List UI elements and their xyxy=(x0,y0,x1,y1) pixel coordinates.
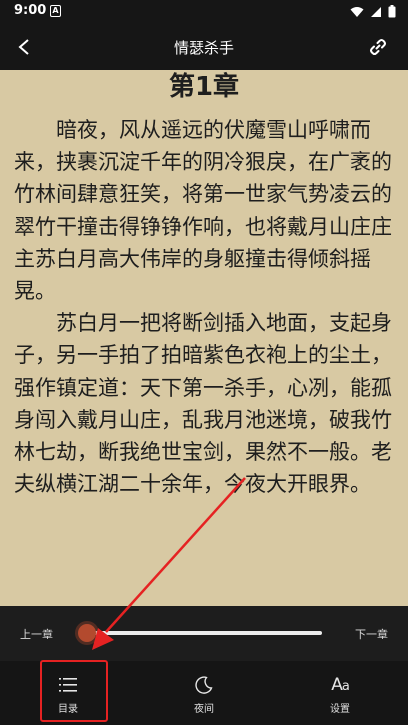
paragraph: 苏白月一把将断剑插入地面，支起身子，另一手拍了拍暗紫色衣袍上的尘土，强作镇定道：… xyxy=(14,311,392,497)
signal-icon xyxy=(371,6,381,17)
reading-text: 暗夜，风从遥远的伏魔雪山呼啸而来，挟裹沉淀千年的阴冷狠戾，在广袤的竹林间肆意狂笑… xyxy=(14,114,394,500)
back-arrow-icon xyxy=(18,39,29,55)
bottom-control-panel: 上一章 下一章 目录 夜间 Aa 设置 xyxy=(0,606,408,725)
bottom-nav: 目录 夜间 Aa 设置 xyxy=(0,661,408,725)
prev-chapter-button[interactable]: 上一章 xyxy=(20,626,53,642)
list-icon xyxy=(58,672,78,698)
chapter-title: 第1章 xyxy=(168,72,240,102)
link-icon xyxy=(370,39,386,55)
slider-thumb[interactable] xyxy=(77,624,96,642)
notification-icon: A xyxy=(50,5,61,17)
next-chapter-button[interactable]: 下一章 xyxy=(355,626,388,642)
back-button[interactable] xyxy=(10,33,38,61)
page-title: 情瑟杀手 xyxy=(173,39,234,57)
settings-button[interactable]: Aa 设置 xyxy=(272,661,408,725)
night-label: 夜间 xyxy=(194,703,214,715)
battery-icon xyxy=(388,5,396,18)
catalog-button[interactable]: 目录 xyxy=(0,661,136,725)
catalog-label: 目录 xyxy=(58,703,78,715)
status-icons xyxy=(350,5,396,18)
night-mode-button[interactable]: 夜间 xyxy=(136,661,272,725)
moon-icon xyxy=(194,672,214,698)
settings-label: 设置 xyxy=(330,703,350,715)
status-time: 9:00 xyxy=(14,3,47,18)
status-bar: 9:00 A xyxy=(0,0,408,24)
share-link-button[interactable] xyxy=(366,35,390,59)
chapter-progress-slider[interactable] xyxy=(82,631,322,635)
reader-content[interactable]: 第1章 暗夜，风从遥远的伏魔雪山呼啸而来，挟裹沉淀千年的阴冷狠戾，在广袤的竹林间… xyxy=(0,70,408,606)
font-size-icon: Aa xyxy=(331,674,350,695)
paragraph: 暗夜，风从遥远的伏魔雪山呼啸而来，挟裹沉淀千年的阴冷狠戾，在广袤的竹林间肆意狂笑… xyxy=(14,118,392,304)
wifi-icon xyxy=(350,6,364,17)
chapter-slider-row: 上一章 下一章 xyxy=(0,606,408,661)
title-bar: 情瑟杀手 xyxy=(0,24,408,70)
